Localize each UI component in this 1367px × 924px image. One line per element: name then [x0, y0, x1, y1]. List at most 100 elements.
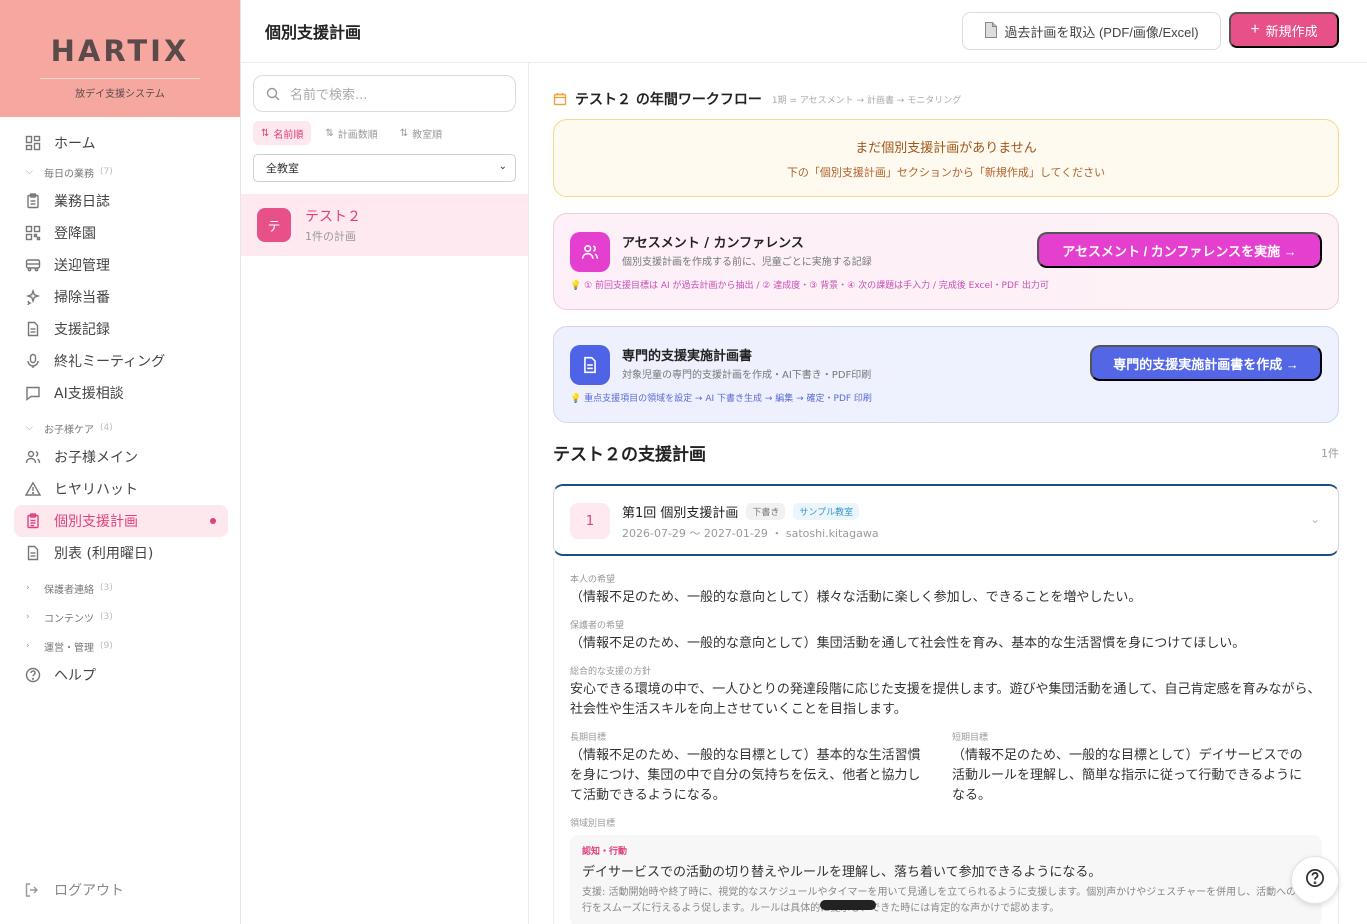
list-item-text: テスト２ 1件の計画: [305, 206, 361, 244]
domain-goal: デイサービスでの活動の切り替えやルールを理解し、落ち着いて参加できるようになる。: [582, 865, 1102, 880]
domain-tag: 認知・行動: [582, 847, 628, 857]
sidebar-item-near-miss[interactable]: ヒヤリハット: [14, 473, 228, 505]
help-fab-button[interactable]: [1291, 856, 1339, 904]
document-icon: [24, 544, 42, 562]
sidebar-item-label: 掃除当番: [54, 290, 110, 306]
search-placeholder: 名前で検索...: [290, 88, 368, 103]
long-term-goal: 長期目標 （情報不足のため、一般的な目標として）基本的な生活習慣を身につけ、集団…: [570, 730, 932, 816]
help-circle-icon: [1305, 868, 1325, 892]
plan-detail: 本人の希望 （情報不足のため、一般的な意向として）様々な活動に楽しく参加し、でき…: [553, 558, 1339, 924]
sidebar-item-cleaning[interactable]: 掃除当番: [14, 281, 228, 313]
list-item-sub: 1件の計画: [305, 230, 356, 243]
workflow-header: テスト２ の年間ワークフロー 1期 = アセスメント → 計画書 → モニタリン…: [553, 89, 961, 109]
sidebar-item-schedule-table[interactable]: 別表 (利用曜日): [14, 537, 228, 569]
top-header: 個別支援計画 過去計画を取込 (PDF/画像/Excel) + 新規作成: [241, 0, 1367, 63]
sidebar-item-label: ヘルプ: [54, 668, 96, 684]
field-value: （情報不足のため、一般的な目標として）基本的な生活習慣を身につけ、集団の中で自分…: [570, 748, 921, 803]
sidebar-item-label: ヒヤリハット: [54, 482, 138, 498]
child-list-panel: 名前で検索... ⇅ 名前順 ⇅ 計画数順 ⇅ 教室順 全教室 ⌄ テ テスト２ 1件…: [241, 63, 529, 924]
sort-by-plan-count[interactable]: ⇅ 計画数順: [317, 121, 385, 145]
sidebar-item-help[interactable]: ヘルプ: [14, 659, 228, 691]
import-past-plan-button[interactable]: 過去計画を取込 (PDF/画像/Excel): [962, 12, 1221, 50]
chevron-right-icon: ›: [26, 641, 30, 651]
page-title: 個別支援計画: [265, 23, 362, 42]
nav-group-content[interactable]: › コンテンツ (3): [14, 604, 228, 630]
card-hint: 💡 重点支援項目の領域を設定 → AI 下書き生成 → 編集 → 確定・PDF …: [570, 394, 872, 404]
sidebar-item-label: 送迎管理: [54, 258, 110, 274]
create-specialist-plan-button[interactable]: 専門的支援実施計画書を作成 →: [1090, 345, 1322, 381]
sidebar-item-ai-consult[interactable]: AI支援相談: [14, 377, 228, 409]
meta-separator: ・: [771, 527, 786, 540]
chevron-down-icon[interactable]: ⌄: [1310, 512, 1320, 526]
warning-icon: [24, 480, 42, 498]
list-item[interactable]: テ テスト２ 1件の計画: [241, 194, 528, 256]
sort-label: 名前順: [273, 129, 304, 141]
sidebar: HARTIX 放デイ支援システム ホーム ⌵ 毎日の業務 (7) 業務日誌 登降…: [0, 0, 241, 924]
field-label: 領域別目標: [570, 819, 616, 829]
qr-code-icon: [24, 224, 42, 242]
sidebar-item-home[interactable]: ホーム: [14, 127, 228, 159]
card-hint: 💡 ① 前回支援目標は AI が過去計画から抽出 / ② 達成度・③ 背景・④ …: [570, 281, 1049, 291]
field-value: （情報不足のため、一般的な意向として）集団活動を通して社会性を育み、基本的な生活…: [570, 636, 1246, 651]
sidebar-item-label: 支援記録: [54, 322, 110, 338]
grid-icon: [24, 134, 42, 152]
search-input[interactable]: 名前で検索...: [253, 75, 516, 112]
field-value: 安心できる環境の中で、一人ひとりの発達段階に応じた支援を提供します。遊びや集団活…: [570, 682, 1321, 717]
card-title: アセスメント / カンファレンス: [622, 236, 804, 251]
sort-by-name[interactable]: ⇅ 名前順: [253, 121, 312, 145]
nav-group-child[interactable]: ⌵ お子様ケア (4): [14, 415, 228, 441]
plus-icon: +: [1250, 21, 1260, 38]
plan-period: 2026-07-29 〜 2027-01-29: [622, 527, 768, 540]
nav-group-parent[interactable]: › 保護者連絡 (3): [14, 575, 228, 601]
sidebar-item-label: ホーム: [54, 136, 96, 152]
field-label: 長期目標: [570, 733, 607, 743]
file-icon: [984, 21, 998, 41]
import-label: 過去計画を取込 (PDF/画像/Excel): [1004, 24, 1199, 40]
nav-group-label: 毎日の業務: [44, 168, 94, 180]
sidebar-item-label: 別表 (利用曜日): [54, 546, 154, 562]
brand-divider: [40, 78, 200, 79]
nav-group-daily[interactable]: ⌵ 毎日の業務 (7): [14, 159, 228, 185]
sidebar-item-child-main[interactable]: お子様メイン: [14, 441, 228, 473]
sidebar-item-meeting[interactable]: 終礼ミーティング: [14, 345, 228, 377]
nav-group-count: (3): [100, 583, 113, 593]
sidebar-item-attendance[interactable]: 登降園: [14, 217, 228, 249]
room-select[interactable]: 全教室 ⌄: [253, 154, 516, 182]
sidebar-item-label: 登降園: [54, 226, 96, 242]
nav-group-count: (9): [100, 641, 113, 651]
new-label: 新規作成: [1265, 23, 1318, 39]
sidebar-item-support-plan[interactable]: 個別支援計画: [14, 505, 228, 537]
bus-icon: [24, 256, 42, 274]
sparkles-icon: [24, 288, 42, 306]
document-icon: [24, 320, 42, 338]
sort-by-room[interactable]: ⇅ 教室順: [392, 121, 450, 145]
sidebar-nav: ホーム ⌵ 毎日の業務 (7) 業務日誌 登降園 送迎管理 掃除当番 支援記録 …: [0, 117, 240, 691]
sidebar-item-transport[interactable]: 送迎管理: [14, 249, 228, 281]
sidebar-item-work-diary[interactable]: 業務日誌: [14, 185, 228, 217]
field-value: （情報不足のため、一般的な意向として）様々な活動に楽しく参加し、できることを増や…: [570, 590, 1142, 605]
field-label: 保護者の希望: [570, 621, 625, 631]
nav-group-admin[interactable]: › 運営・管理 (9): [14, 633, 228, 659]
run-assessment-button[interactable]: アセスメント / カンファレンスを実施 →: [1037, 232, 1322, 268]
card-title: 専門的支援実施計画書: [622, 349, 753, 364]
chevron-right-icon: ›: [26, 583, 30, 593]
logout-button[interactable]: ログアウト: [24, 880, 124, 900]
short-term-goal: 短期目標 （情報不足のため、一般的な目標として）デイサービスでの活動ルールを理解…: [952, 730, 1314, 816]
chevron-down-icon: ⌄: [498, 161, 507, 172]
alert-message: 下の「個別支援計画」セクションから「新規作成」してください: [786, 166, 1106, 179]
logout-icon: [24, 881, 42, 899]
brand-logo[interactable]: HARTIX: [0, 34, 240, 68]
field-label: 短期目標: [952, 733, 989, 743]
assessment-card: アセスメント / カンファレンス 個別支援計画を作成する前に、児童ごとに実施する…: [553, 213, 1339, 310]
calendar-icon: [553, 92, 567, 106]
main-content: テスト２ の年間ワークフロー 1期 = アセスメント → 計画書 → モニタリン…: [529, 63, 1367, 924]
plan-card-header[interactable]: 1 第1回 個別支援計画 下書き サンプル教室 2026-07-29 〜 202…: [553, 484, 1339, 556]
clipboard-list-icon: [24, 512, 42, 530]
card-description: 個別支援計画を作成する前に、児童ごとに実施する記録: [622, 257, 872, 268]
new-plan-button[interactable]: + 新規作成: [1229, 12, 1339, 48]
sidebar-item-support-record[interactable]: 支援記録: [14, 313, 228, 345]
active-indicator-dot: [210, 518, 216, 524]
room-badge: サンプル教室: [793, 503, 860, 520]
sort-icon: ⇅: [325, 127, 334, 139]
app-root: HARTIX 放デイ支援システム ホーム ⌵ 毎日の業務 (7) 業務日誌 登降…: [0, 0, 1367, 924]
